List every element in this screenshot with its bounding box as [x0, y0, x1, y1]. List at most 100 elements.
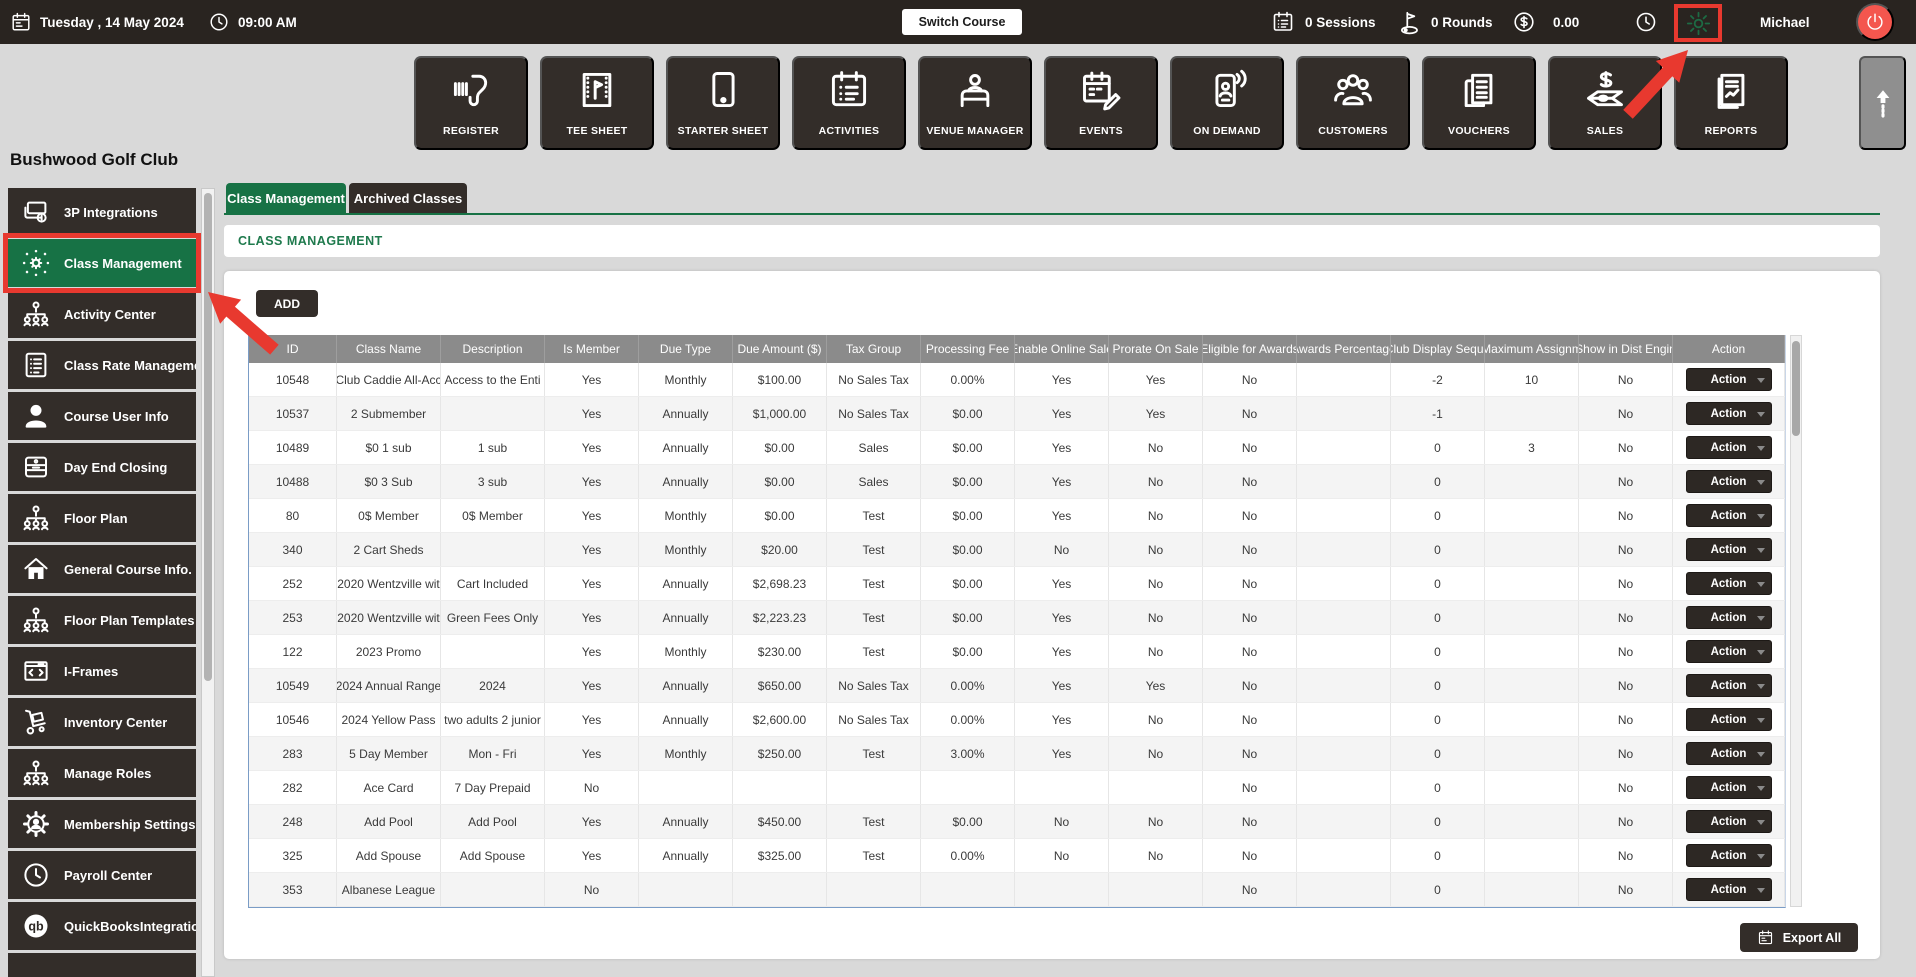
- column-header: Enable Online Sale: [1015, 335, 1109, 363]
- table-cell: No Sales Tax: [827, 703, 921, 736]
- table-cell: [1297, 431, 1391, 464]
- settings-gear-icon[interactable]: [1685, 10, 1712, 37]
- dropdown-caret-icon: [1756, 582, 1765, 587]
- row-action-button[interactable]: Action: [1685, 368, 1772, 391]
- table-header-row: ID Class Name Description Is Member Due Type…: [249, 335, 1785, 363]
- row-action-button[interactable]: Action: [1685, 504, 1772, 527]
- toolbar-button-venue-manager[interactable]: VENUE MANAGER: [918, 56, 1032, 150]
- row-action-button[interactable]: Action: [1685, 470, 1772, 493]
- table-cell: Test: [827, 737, 921, 770]
- table-cell: No: [1579, 465, 1673, 498]
- sidebar-item-day-end-closing[interactable]: Day End Closing: [8, 443, 196, 491]
- row-action-button[interactable]: Action: [1685, 742, 1772, 765]
- sidebar-item-activity-center[interactable]: Activity Center: [8, 290, 196, 338]
- tab-class-management[interactable]: Class Management: [226, 183, 346, 213]
- sidebar-item-floor-plan-templates[interactable]: Floor Plan Templates: [8, 596, 196, 644]
- table-cell: $0.00: [921, 465, 1015, 498]
- sidebar-item-general-course-info-[interactable]: General Course Info.: [8, 545, 196, 593]
- sidebar-item-inventory-center[interactable]: Inventory Center: [8, 698, 196, 746]
- table-cell: 1 sub: [441, 431, 545, 464]
- table-cell: 2020 Wentzville wit: [337, 567, 441, 600]
- user-name[interactable]: Michael: [1760, 15, 1810, 30]
- sidebar-item-membership-settings[interactable]: Membership Settings: [8, 800, 196, 848]
- table-cell: Mon - Fri: [441, 737, 545, 770]
- table-cell: Yes: [545, 465, 639, 498]
- add-class-button[interactable]: ADD: [256, 290, 318, 317]
- row-action-button[interactable]: Action: [1685, 776, 1772, 799]
- table-cell: No: [1203, 669, 1297, 702]
- toolbar-button-activities[interactable]: ACTIVITIES: [792, 56, 906, 150]
- calendar-icon: [10, 11, 32, 33]
- table-cell: Yes: [1109, 397, 1203, 430]
- table-cell: Test: [827, 805, 921, 838]
- toolbar-button-tee-sheet[interactable]: TEE SHEET: [540, 56, 654, 150]
- switch-course-button[interactable]: Switch Course: [902, 9, 1022, 35]
- table-cell: No: [545, 873, 639, 906]
- table-cell: No: [1109, 839, 1203, 872]
- table-cell-action: Action: [1673, 805, 1785, 838]
- column-header: Due Type: [639, 335, 733, 363]
- toolbar-button-reports[interactable]: REPORTS: [1674, 56, 1788, 150]
- row-action-button[interactable]: Action: [1685, 538, 1772, 561]
- table-cell: [1015, 771, 1109, 804]
- dropdown-caret-icon: [1756, 752, 1765, 757]
- table-row: 340 2 Cart Sheds Yes Monthly $20.00 Test $0.00…: [249, 533, 1785, 567]
- table-cell: 0: [1391, 873, 1485, 906]
- people-icon: [1331, 68, 1375, 112]
- export-all-button[interactable]: Export All: [1740, 923, 1858, 952]
- sidebar-item-floor-plan[interactable]: Floor Plan: [8, 494, 196, 542]
- table-cell: $0.00: [921, 567, 1015, 600]
- row-action-button[interactable]: Action: [1685, 810, 1772, 833]
- sidebar-item-payroll-center[interactable]: Payroll Center: [8, 851, 196, 899]
- table-cell: 2 Submember: [337, 397, 441, 430]
- table-cell: 80: [249, 499, 337, 532]
- sidebar-item-manage-roles[interactable]: Manage Roles: [8, 749, 196, 797]
- toolbar-button-vouchers[interactable]: VOUCHERS: [1422, 56, 1536, 150]
- toolbar-button-starter-sheet[interactable]: STARTER SHEET: [666, 56, 780, 150]
- toolbar-button-sales[interactable]: SALES: [1548, 56, 1662, 150]
- table-cell: $250.00: [733, 737, 827, 770]
- row-action-button[interactable]: Action: [1685, 572, 1772, 595]
- table-scrollbar-thumb[interactable]: [1792, 341, 1800, 436]
- row-action-button[interactable]: Action: [1685, 878, 1772, 901]
- dropdown-caret-icon: [1756, 650, 1765, 655]
- time-clock-button[interactable]: [1634, 10, 1658, 34]
- table-cell: [1485, 669, 1579, 702]
- sidebar-scrollbar[interactable]: [201, 188, 215, 977]
- tab-archived-classes[interactable]: Archived Classes: [349, 183, 467, 213]
- toolbar-button-events[interactable]: EVENTS: [1044, 56, 1158, 150]
- sidebar-item-i-frames[interactable]: I-Frames: [8, 647, 196, 695]
- row-action-button[interactable]: Action: [1685, 640, 1772, 663]
- table-cell: Annually: [639, 465, 733, 498]
- table-cell: 325: [249, 839, 337, 872]
- toolbar-button-customers[interactable]: CUSTOMERS: [1296, 56, 1410, 150]
- table-cell: $0.00: [733, 465, 827, 498]
- sidebar-item-3p-integrations[interactable]: 3P Integrations: [8, 188, 196, 236]
- row-action-button[interactable]: Action: [1685, 402, 1772, 425]
- row-action-button[interactable]: Action: [1685, 844, 1772, 867]
- row-action-button[interactable]: Action: [1685, 674, 1772, 697]
- sidebar-item-course-user-info[interactable]: Course User Info: [8, 392, 196, 440]
- sidebar-item-quickbooksintegration[interactable]: qb QuickBooksIntegration: [8, 902, 196, 950]
- sidebar-item-class-rate-management[interactable]: Class Rate Management: [8, 341, 196, 389]
- table-cell: 0$ Member: [337, 499, 441, 532]
- collapse-toolbar-button[interactable]: [1859, 56, 1906, 150]
- row-action-button[interactable]: Action: [1685, 606, 1772, 629]
- sidebar-item-class-management[interactable]: Class Management: [8, 239, 196, 287]
- table-cell: No: [1579, 805, 1673, 838]
- table-cell: Yes: [1109, 669, 1203, 702]
- table-cell: Yes: [1015, 635, 1109, 668]
- toolbar-button-register[interactable]: REGISTER: [414, 56, 528, 150]
- table-cell: Yes: [1015, 601, 1109, 634]
- sidebar-scrollbar-thumb[interactable]: [204, 193, 212, 681]
- current-date: Tuesday , 14 May 2024: [40, 14, 184, 30]
- rounds-count: 0 Rounds: [1431, 14, 1493, 30]
- toolbar-button-on-demand[interactable]: ON DEMAND: [1170, 56, 1284, 150]
- table-scrollbar[interactable]: [1790, 335, 1802, 907]
- row-action-button[interactable]: Action: [1685, 708, 1772, 731]
- sidebar-item-partial[interactable]: [8, 953, 196, 977]
- table-cell: [1297, 465, 1391, 498]
- row-action-button[interactable]: Action: [1685, 436, 1772, 459]
- logout-power-button[interactable]: [1856, 3, 1894, 41]
- table-cell-action: Action: [1673, 839, 1785, 872]
